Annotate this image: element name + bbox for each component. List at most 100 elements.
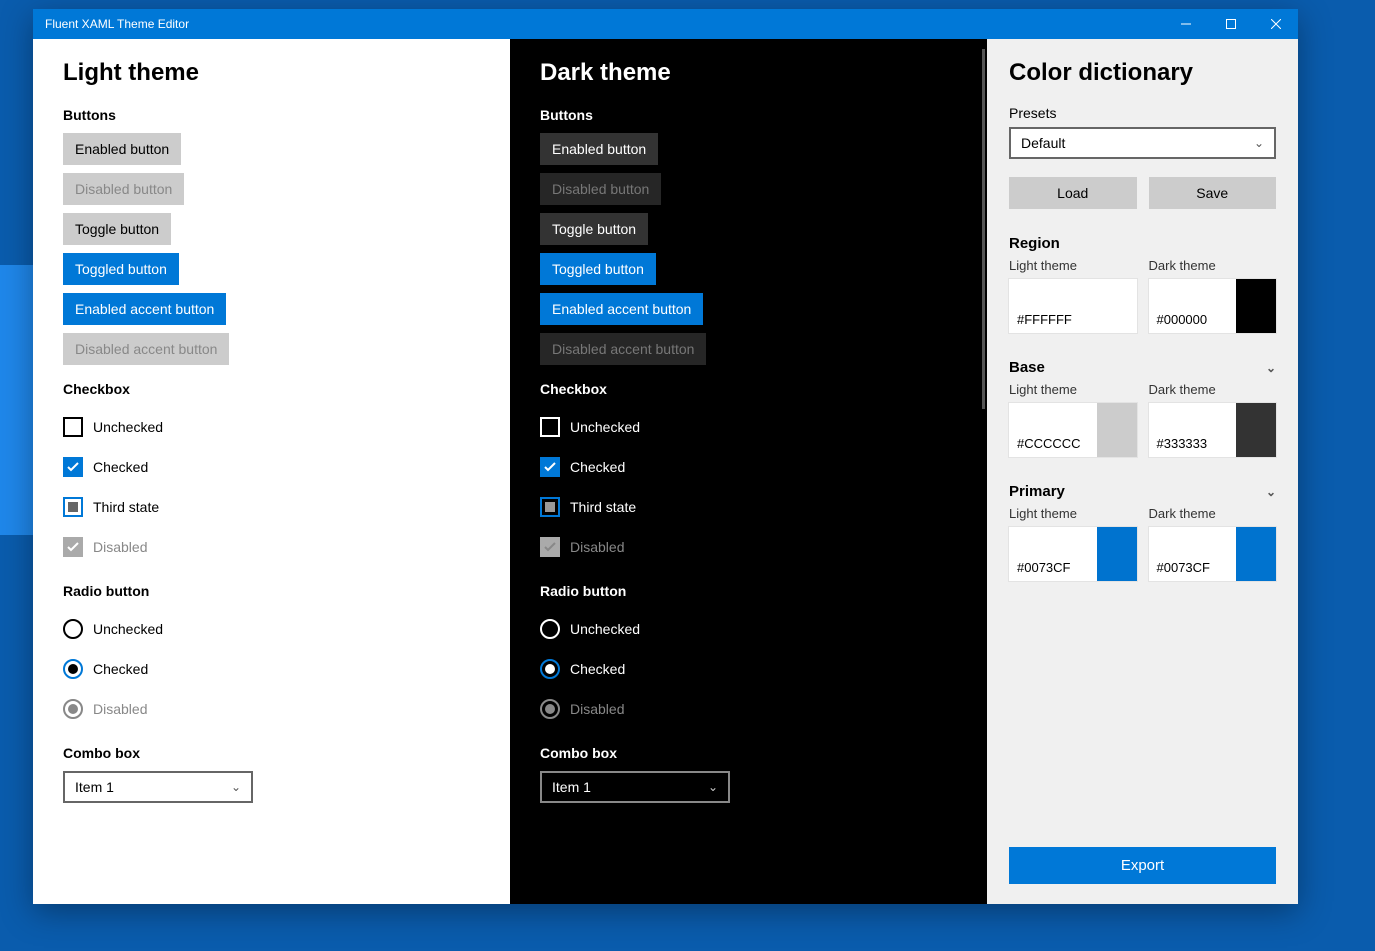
checkbox-label: Checked [93, 459, 148, 475]
toggled-button[interactable]: Toggled button [63, 253, 179, 285]
radio-disabled: Disabled [63, 689, 480, 729]
indeterminate-icon [540, 497, 560, 517]
maximize-icon[interactable] [1208, 9, 1253, 39]
color-chip [1236, 279, 1276, 333]
checkbox-unchecked[interactable]: Unchecked [63, 407, 480, 447]
combo-box[interactable]: Item 1 ⌄ [540, 771, 730, 803]
radio-icon [63, 619, 83, 639]
radio-label: Unchecked [570, 621, 640, 637]
swatch-primary-dark[interactable]: #0073CF [1149, 527, 1277, 581]
swatch-hex: #0073CF [1017, 560, 1070, 575]
radio-unchecked[interactable]: Unchecked [540, 609, 957, 649]
swatch-hex: #FFFFFF [1017, 312, 1072, 327]
radio-label: Unchecked [93, 621, 163, 637]
radio-label: Disabled [93, 701, 147, 717]
checkbox-heading: Checkbox [540, 381, 957, 397]
checkbox-label: Disabled [93, 539, 147, 555]
toggled-button[interactable]: Toggled button [540, 253, 656, 285]
radio-checked[interactable]: Checked [63, 649, 480, 689]
chevron-down-icon: ⌄ [1266, 361, 1276, 375]
checkbox-disabled: Disabled [63, 527, 480, 567]
radio-label: Checked [93, 661, 148, 677]
swatch-primary-light[interactable]: #0073CF [1009, 527, 1137, 581]
color-chip [1097, 527, 1137, 581]
category-name: Base [1009, 359, 1045, 376]
category-name: Region [1009, 235, 1060, 252]
disabled-button: Disabled button [540, 173, 661, 205]
minimize-icon[interactable] [1163, 9, 1208, 39]
checkmark-icon [63, 537, 83, 557]
checkbox-label: Checked [570, 459, 625, 475]
enabled-button[interactable]: Enabled button [540, 133, 658, 165]
radio-icon [63, 659, 83, 679]
category-primary[interactable]: Primary ⌄ [1009, 483, 1276, 500]
titlebar[interactable]: Fluent XAML Theme Editor [33, 9, 1298, 39]
category-name: Primary [1009, 483, 1065, 500]
color-chip [1236, 527, 1276, 581]
checkbox-checked[interactable]: Checked [540, 447, 957, 487]
close-icon[interactable] [1253, 9, 1298, 39]
category-region: Region [1009, 235, 1276, 252]
color-chip [1097, 279, 1137, 333]
combo-box[interactable]: Item 1 ⌄ [63, 771, 253, 803]
combo-selected: Item 1 [75, 779, 114, 795]
radio-heading: Radio button [63, 583, 480, 599]
checkbox-label: Third state [570, 499, 636, 515]
swatch-hex: #CCCCCC [1017, 436, 1081, 451]
swatch-region-light[interactable]: #FFFFFF [1009, 279, 1137, 333]
combo-selected: Item 1 [552, 779, 591, 795]
side-title: Color dictionary [1009, 59, 1276, 87]
enabled-button[interactable]: Enabled button [63, 133, 181, 165]
chevron-down-icon: ⌄ [231, 780, 241, 794]
category-base[interactable]: Base ⌄ [1009, 359, 1276, 376]
toggle-button[interactable]: Toggle button [540, 213, 648, 245]
radio-heading: Radio button [540, 583, 957, 599]
chevron-down-icon: ⌄ [1266, 485, 1276, 499]
column-label: Light theme [1009, 506, 1137, 521]
checkbox-label: Third state [93, 499, 159, 515]
toggle-button[interactable]: Toggle button [63, 213, 171, 245]
chevron-down-icon: ⌄ [1254, 136, 1264, 150]
disabled-accent-button: Disabled accent button [63, 333, 229, 365]
app-window: Fluent XAML Theme Editor Light theme But… [33, 9, 1298, 904]
radio-checked[interactable]: Checked [540, 649, 957, 689]
checkbox-third-state[interactable]: Third state [540, 487, 957, 527]
checkbox-heading: Checkbox [63, 381, 480, 397]
checkbox-label: Unchecked [570, 419, 640, 435]
load-button[interactable]: Load [1009, 177, 1137, 209]
checkmark-icon [540, 457, 560, 477]
enabled-accent-button[interactable]: Enabled accent button [540, 293, 703, 325]
indeterminate-icon [63, 497, 83, 517]
buttons-heading: Buttons [63, 107, 480, 123]
swatch-hex: #000000 [1157, 312, 1208, 327]
swatch-base-light[interactable]: #CCCCCC [1009, 403, 1137, 457]
radio-label: Checked [570, 661, 625, 677]
radio-label: Disabled [570, 701, 624, 717]
swatch-hex: #0073CF [1157, 560, 1210, 575]
enabled-accent-button[interactable]: Enabled accent button [63, 293, 226, 325]
color-dictionary-panel: Color dictionary Presets Default ⌄ Load … [987, 39, 1298, 904]
light-title: Light theme [63, 59, 480, 87]
checkbox-checked[interactable]: Checked [63, 447, 480, 487]
checkbox-label: Unchecked [93, 419, 163, 435]
combo-heading: Combo box [63, 745, 480, 761]
column-label: Dark theme [1149, 382, 1277, 397]
presets-combo[interactable]: Default ⌄ [1009, 127, 1276, 159]
presets-label: Presets [1009, 105, 1276, 121]
swatch-base-dark[interactable]: #333333 [1149, 403, 1277, 457]
checkmark-icon [540, 537, 560, 557]
radio-unchecked[interactable]: Unchecked [63, 609, 480, 649]
checkbox-unchecked[interactable]: Unchecked [540, 407, 957, 447]
chevron-down-icon: ⌄ [708, 780, 718, 794]
buttons-heading: Buttons [540, 107, 957, 123]
checkbox-icon [540, 417, 560, 437]
swatch-hex: #333333 [1157, 436, 1208, 451]
checkbox-disabled: Disabled [540, 527, 957, 567]
swatch-region-dark[interactable]: #000000 [1149, 279, 1277, 333]
checkbox-third-state[interactable]: Third state [63, 487, 480, 527]
checkbox-label: Disabled [570, 539, 624, 555]
radio-disabled: Disabled [540, 689, 957, 729]
dark-theme-panel: Dark theme Buttons Enabled button Disabl… [510, 39, 987, 904]
export-button[interactable]: Export [1009, 847, 1276, 884]
save-button[interactable]: Save [1149, 177, 1277, 209]
